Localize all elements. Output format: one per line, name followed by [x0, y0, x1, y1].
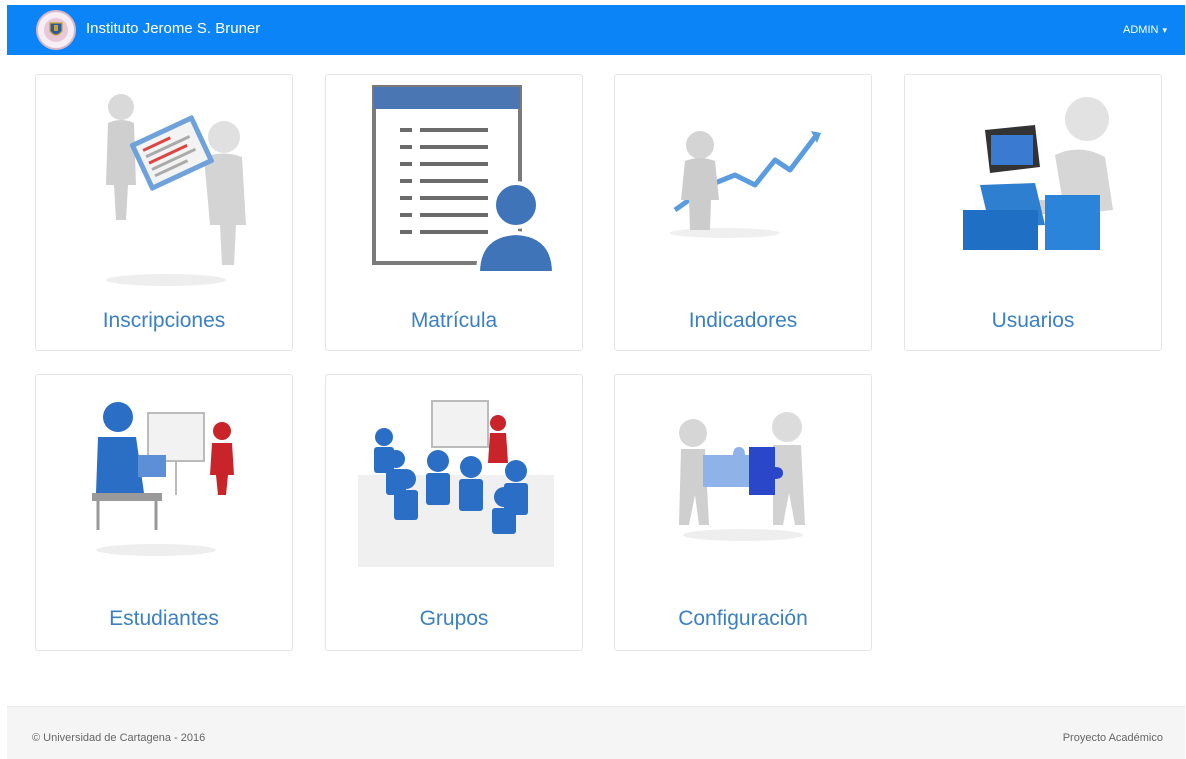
- tile-estudiantes[interactable]: Estudiantes: [35, 374, 293, 651]
- brand-title[interactable]: Instituto Jerome S. Bruner: [86, 20, 260, 37]
- tile-matricula[interactable]: Matrícula: [325, 74, 583, 351]
- puzzle-people-icon: [679, 412, 805, 541]
- tile-configuracion[interactable]: Configuración: [614, 374, 872, 651]
- tile-label: Grupos: [419, 607, 489, 630]
- copyright-text: © Universidad de Cartagena - 2016: [32, 732, 206, 744]
- tile-indicadores[interactable]: Indicadores: [614, 74, 872, 351]
- tile-label: Configuración: [678, 607, 808, 630]
- tile-inscripciones[interactable]: Inscripciones: [35, 74, 293, 351]
- user-menu-dropdown[interactable]: ADMIN ▾: [1123, 24, 1167, 36]
- caret-down-icon: ▾: [1162, 25, 1167, 35]
- project-text: Proyecto Académico: [1062, 732, 1163, 744]
- page-footer: © Universidad de Cartagena - 2016 Proyec…: [7, 706, 1185, 759]
- enrollment-list-user-icon: [372, 85, 557, 275]
- tile-usuarios[interactable]: Usuarios: [904, 74, 1162, 351]
- tile-grupos[interactable]: Grupos: [325, 374, 583, 651]
- tile-label: Usuarios: [991, 309, 1075, 332]
- person-trend-chart-icon: [670, 131, 821, 238]
- tile-label: Indicadores: [688, 309, 798, 332]
- institute-seal-icon[interactable]: [36, 10, 76, 50]
- user-menu-label: ADMIN: [1123, 24, 1159, 36]
- person-laptop-icon: [963, 97, 1113, 250]
- tile-label: Estudiantes: [109, 607, 219, 630]
- top-navbar: Instituto Jerome S. Bruner ADMIN ▾: [7, 5, 1185, 55]
- tile-label: Matrícula: [410, 309, 498, 332]
- student-teacher-board-icon: [92, 402, 234, 556]
- tile-label: Inscripciones: [102, 309, 226, 332]
- classroom-group-icon: [358, 400, 554, 567]
- people-reviewing-form-icon: [106, 94, 246, 286]
